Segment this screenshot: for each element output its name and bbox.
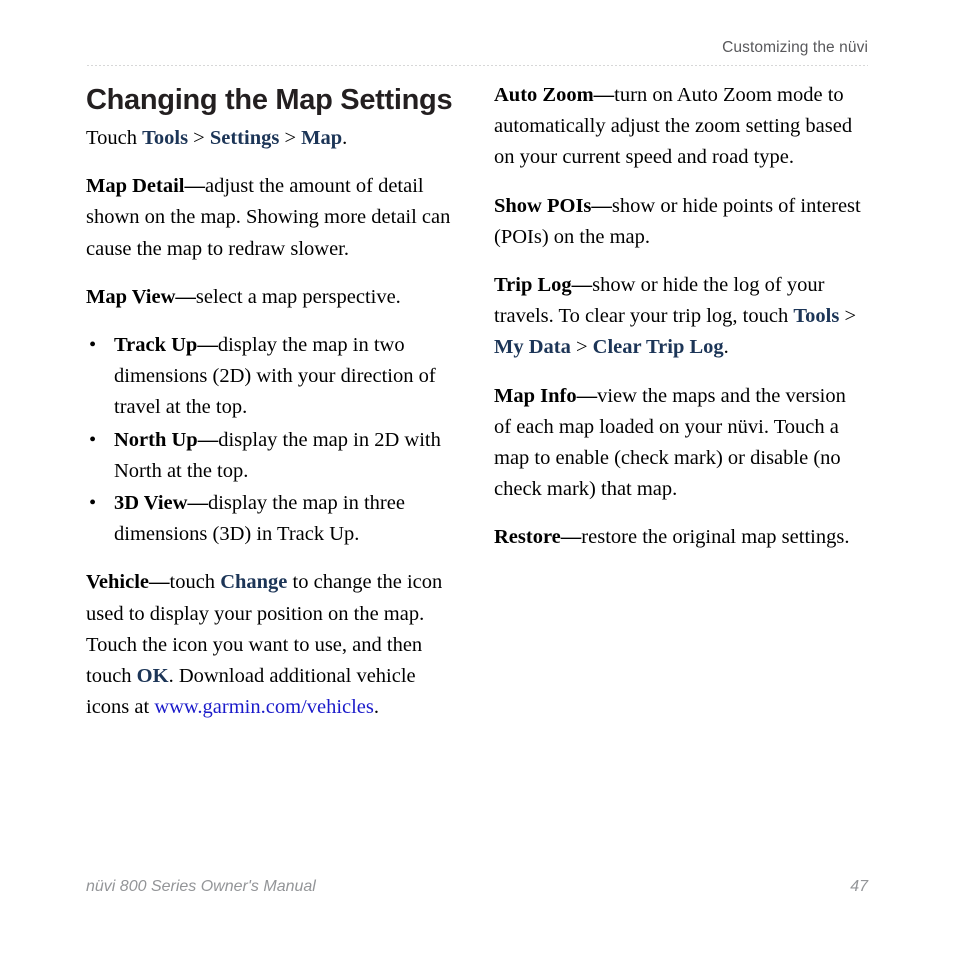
body-columns: Changing the Map Settings Touch Tools > … [86,80,868,840]
definition-text: restore the original map settings. [581,526,850,549]
ui-term-change[interactable]: Change [220,571,287,593]
definition-map-detail: Map Detail—adjust the amount of detail s… [86,171,460,265]
path-separator: > [839,305,856,328]
em-dash: — [175,285,196,308]
definition-text-4: . [373,696,380,719]
definition-restore: Restore—restore the original map setting… [494,522,868,553]
map-view-options-list: • Track Up—display the map in two dimensi… [86,330,460,550]
em-dash: — [560,526,582,549]
ui-term-map[interactable]: Map [301,127,342,149]
em-dash: — [197,428,219,451]
em-dash: — [591,194,612,217]
definition-show-pois: Show POIs—show or hide points of interes… [494,191,868,253]
path-separator: > [570,336,593,359]
bullet-icon: • [89,334,97,357]
bullet-icon: • [89,428,97,451]
footer-manual-name: nüvi 800 Series Owner's Manual [86,878,316,895]
definition-map-view: Map View—select a map perspective. [86,282,460,313]
definition-term: Show POIs [494,194,592,217]
definition-auto-zoom: Auto Zoom—turn on Auto Zoom mode to auto… [494,80,868,174]
definition-map-info: Map Info—view the maps and the version o… [494,381,868,506]
definition-text: select a map perspective. [195,285,401,308]
definition-term: Map View [86,285,176,308]
running-header-title: Customizing the nüvi [722,39,868,56]
list-item: • 3D View—display the map in three dimens… [86,488,460,550]
manual-page: Customizing the nüvi Changing the Map Se… [0,0,954,954]
definition-text-1: touch [169,571,221,594]
path-separator: > [188,127,210,149]
definition-term: Restore [494,526,561,549]
definition-term: Map Info [494,384,577,407]
em-dash: — [187,492,208,515]
footer-page-number: 47 [850,878,868,895]
ui-term-my-data[interactable]: My Data [494,336,571,358]
em-dash: — [593,84,615,106]
definition-term: Map Detail [86,175,185,198]
vehicles-link[interactable]: www.garmin.com/vehicles [154,696,374,718]
ui-term-tools[interactable]: Tools [793,305,839,327]
bullet-term: North Up [114,428,198,451]
em-dash: — [576,384,598,407]
trip-log-trailing: . [723,336,729,359]
intro-lead: Touch [86,127,143,149]
definition-term: Auto Zoom [494,84,594,106]
right-column: Auto Zoom—turn on Auto Zoom mode to auto… [494,80,868,571]
bullet-icon: • [89,492,97,515]
bullet-term: Track Up [114,334,198,357]
path-separator: > [279,127,302,149]
left-column: Changing the Map Settings Touch Tools > … [86,80,460,740]
bullet-term: 3D View [114,492,188,515]
em-dash: — [184,175,206,198]
em-dash: — [571,274,593,297]
page-title: Changing the Map Settings [86,84,453,116]
running-header: Customizing the nüvi [86,38,868,58]
list-item: • Track Up—display the map in two dimensi… [86,330,460,424]
ui-term-clear-trip-log[interactable]: Clear Trip Log [593,336,724,358]
ui-term-settings[interactable]: Settings [210,127,279,149]
definition-vehicle: Vehicle—touch Change to change the icon … [86,567,460,723]
intro-paragraph: Touch Tools > Settings > Map. [86,123,460,154]
em-dash: — [197,334,218,357]
definition-term: Trip Log [494,274,572,297]
list-item: • North Up—display the map in 2D with Nor… [86,425,460,487]
definition-term: Vehicle [86,571,150,594]
intro-trailing: . [342,127,348,149]
ui-term-ok[interactable]: OK [137,665,169,687]
definition-trip-log: Trip Log—show or hide the log of your tr… [494,270,868,364]
ui-term-tools[interactable]: Tools [142,127,188,149]
page-footer: nüvi 800 Series Owner's Manual 47 [86,878,868,900]
header-dotted-rule [86,64,868,66]
em-dash: — [149,571,170,594]
